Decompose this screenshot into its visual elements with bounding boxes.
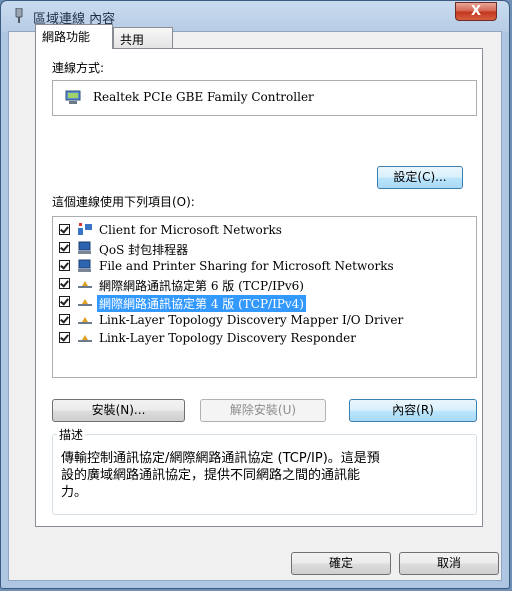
- adapter-name: Realtek PCIe GBE Family Controller: [93, 90, 314, 104]
- item-checkbox[interactable]: [59, 224, 70, 235]
- tab-sharing[interactable]: 共用: [113, 27, 173, 49]
- connect-using-label: 連線方式:: [52, 61, 105, 75]
- tab-networking[interactable]: 網路功能: [35, 24, 113, 49]
- configure-button[interactable]: 設定(C)...: [377, 166, 463, 189]
- list-item[interactable]: File and Printer Sharing for Microsoft N…: [59, 258, 447, 275]
- network-client-icon: [78, 223, 92, 235]
- properties-window: 區域連線 內容 X 網路功能 共用 連線方式: Realtek PCIe GBE…: [0, 0, 510, 589]
- protocol-icon: [78, 335, 92, 342]
- description-line: 設的廣域網路通訊協定，提供不同網路之間的通訊能: [61, 468, 361, 483]
- uninstall-button[interactable]: 解除安裝(U): [200, 399, 326, 422]
- item-checkbox[interactable]: [59, 278, 70, 289]
- list-item[interactable]: Link-Layer Topology Discovery Mapper I/O…: [59, 312, 447, 329]
- protocol-icon: [78, 281, 92, 288]
- adapter-field: Realtek PCIe GBE Family Controller: [52, 80, 477, 116]
- description-text: 傳輸控制通訊協定/網際網路通訊協定 (TCP/IP)。這是預 設的廣域網路通訊協…: [61, 450, 380, 501]
- service-icon: [78, 241, 91, 254]
- cancel-button[interactable]: 取消: [399, 552, 499, 575]
- item-label: 網際網路通訊協定第 6 版 (TCP/IPv6): [99, 279, 304, 293]
- item-label: QoS 封包排程器: [99, 243, 189, 257]
- list-item[interactable]: Client for Microsoft Networks: [59, 222, 447, 239]
- item-label: File and Printer Sharing for Microsoft N…: [99, 259, 394, 273]
- item-label: Link-Layer Topology Discovery Responder: [99, 331, 356, 345]
- description-line: 力。: [61, 485, 88, 500]
- install-button[interactable]: 安裝(N)...: [52, 399, 185, 422]
- protocol-icon: [78, 299, 92, 306]
- description-title: 描述: [57, 426, 86, 443]
- service-icon: [78, 259, 91, 272]
- close-button[interactable]: X: [455, 2, 497, 21]
- item-checkbox[interactable]: [59, 332, 70, 343]
- properties-button[interactable]: 內容(R): [349, 399, 477, 422]
- item-label: Client for Microsoft Networks: [99, 223, 282, 237]
- list-item[interactable]: QoS 封包排程器: [59, 240, 447, 257]
- ok-button[interactable]: 確定: [291, 552, 391, 575]
- list-item[interactable]: Link-Layer Topology Discovery Responder: [59, 330, 447, 347]
- item-checkbox[interactable]: [59, 296, 70, 307]
- items-list-label: 這個連線使用下列項目(O):: [52, 195, 195, 209]
- description-line: 傳輸控制通訊協定/網際網路通訊協定 (TCP/IP)。這是預: [61, 451, 380, 466]
- description-group: 描述 傳輸控制通訊協定/網際網路通訊協定 (TCP/IP)。這是預 設的廣域網路…: [52, 426, 477, 515]
- list-item[interactable]: 網際網路通訊協定第 4 版 (TCP/IPv4): [59, 294, 447, 312]
- item-checkbox[interactable]: [59, 242, 70, 253]
- list-item[interactable]: 網際網路通訊協定第 6 版 (TCP/IPv6): [59, 276, 447, 293]
- item-label: Link-Layer Topology Discovery Mapper I/O…: [99, 313, 404, 327]
- networking-panel: 連線方式: Realtek PCIe GBE Family Controller…: [35, 48, 483, 527]
- network-plug-icon: [15, 8, 23, 23]
- item-label: 網際網路通訊協定第 4 版 (TCP/IPv4): [97, 295, 306, 312]
- item-checkbox[interactable]: [59, 314, 70, 325]
- protocol-icon: [78, 317, 92, 324]
- items-listbox[interactable]: Client for Microsoft Networks QoS 封包排程器 …: [52, 216, 477, 378]
- item-checkbox[interactable]: [59, 260, 70, 271]
- network-adapter-icon: [65, 90, 81, 104]
